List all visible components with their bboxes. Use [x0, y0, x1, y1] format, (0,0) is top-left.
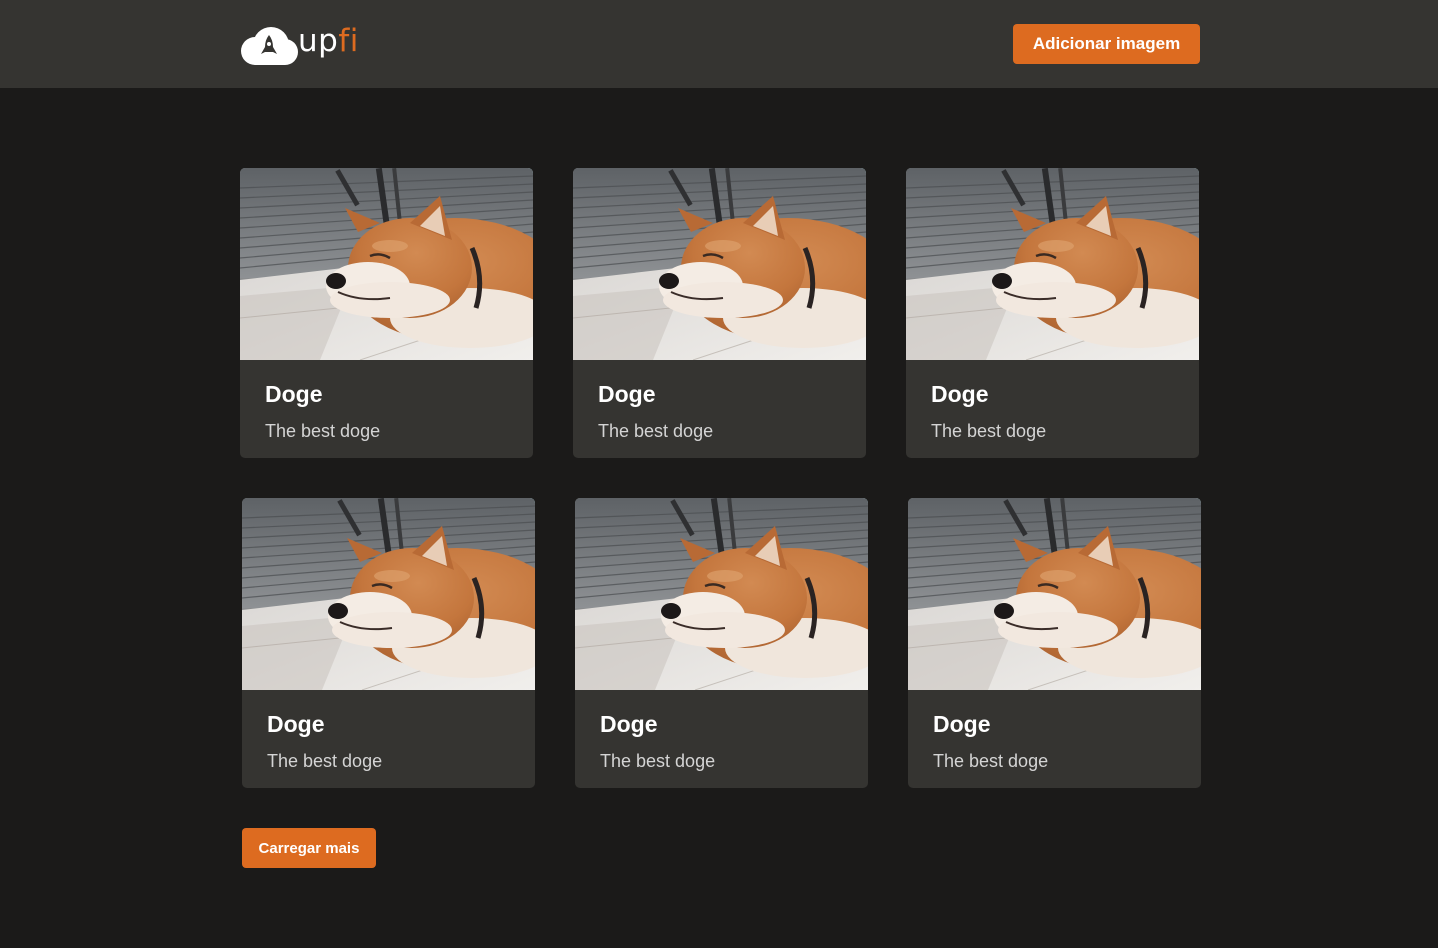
- load-more-button[interactable]: Carregar mais: [242, 828, 376, 868]
- card-image[interactable]: [242, 498, 535, 690]
- image-card[interactable]: Doge The best doge: [575, 498, 868, 788]
- card-description: The best doge: [600, 751, 716, 771]
- image-card[interactable]: Doge The best doge: [240, 168, 533, 458]
- card-description: The best doge: [267, 751, 383, 771]
- card-image[interactable]: [240, 168, 533, 360]
- card-description: The best doge: [933, 751, 1049, 771]
- card-image[interactable]: [575, 498, 868, 690]
- card-description: The best doge: [598, 421, 714, 441]
- card-title: Doge: [931, 381, 989, 407]
- logo[interactable]: upfi: [240, 22, 359, 66]
- image-card[interactable]: Doge The best doge: [908, 498, 1201, 788]
- card-title: Doge: [265, 381, 323, 407]
- card-image[interactable]: [906, 168, 1199, 360]
- card-title: Doge: [933, 711, 991, 737]
- card-description: The best doge: [931, 421, 1047, 441]
- image-card[interactable]: Doge The best doge: [573, 168, 866, 458]
- card-image[interactable]: [908, 498, 1201, 690]
- header: upfi Adicionar imagem: [0, 0, 1438, 88]
- logo-wordmark: upfi: [298, 22, 359, 59]
- card-description: The best doge: [265, 421, 381, 441]
- card-image[interactable]: [573, 168, 866, 360]
- image-card[interactable]: Doge The best doge: [242, 498, 535, 788]
- logo-text-fi: fi: [338, 22, 359, 59]
- card-title: Doge: [267, 711, 325, 737]
- logo-text-up: up: [298, 22, 339, 59]
- card-title: Doge: [598, 381, 656, 407]
- card-title: Doge: [600, 711, 658, 737]
- image-card[interactable]: Doge The best doge: [906, 168, 1199, 458]
- rocket-cloud-icon: [241, 27, 298, 65]
- add-image-button[interactable]: Adicionar imagem: [1013, 24, 1200, 64]
